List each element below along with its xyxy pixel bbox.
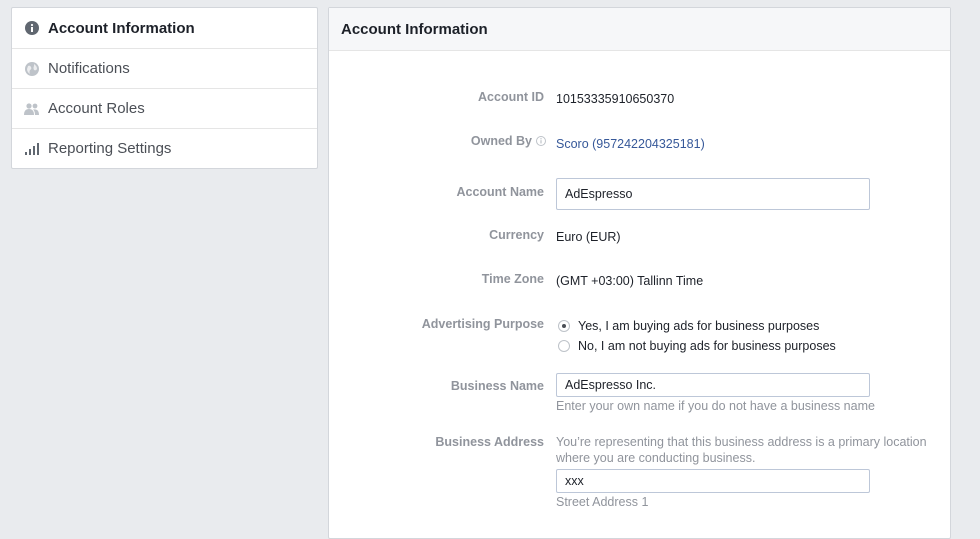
account-information-panel: Account Information Account ID 101533359… [328,7,951,539]
business-address-description-line1: You’re representing that this business a… [556,435,927,449]
owned-by-link[interactable]: Scoro (957242204325181) [556,137,705,151]
advertising-purpose-option-no[interactable]: No, I am not buying ads for business pur… [558,339,836,353]
sidebar-item-notifications[interactable]: Notifications [12,48,317,88]
business-address-label: Business Address [435,435,544,449]
account-name-input[interactable] [556,178,870,210]
business-name-hint: Enter your own name if you do not have a… [556,399,875,413]
bar-chart-icon [24,141,40,157]
sidebar-item-reporting-settings[interactable]: Reporting Settings [12,128,317,168]
advertising-purpose-label: Advertising Purpose [421,317,544,331]
sidebar-item-label: Reporting Settings [48,140,172,157]
sidebar-item-label: Account Roles [48,100,145,117]
business-name-input[interactable] [556,373,870,397]
radio-button-unchecked[interactable] [558,340,570,352]
sidebar-item-label: Notifications [48,60,130,77]
settings-sidebar: Account Information Notifications Accoun… [11,7,318,169]
panel-title: Account Information [329,8,950,51]
radio-button-checked[interactable] [558,320,570,332]
street-address-input[interactable] [556,469,870,493]
account-id-value: 10153335910650370 [556,92,675,106]
radio-label: No, I am not buying ads for business pur… [578,339,836,353]
radio-label: Yes, I am buying ads for business purpos… [578,319,820,333]
people-icon [24,101,40,117]
owned-by-label: Owned By [471,134,546,149]
currency-label: Currency [489,228,544,242]
currency-value: Euro (EUR) [556,230,621,244]
advertising-purpose-option-yes[interactable]: Yes, I am buying ads for business purpos… [558,319,819,333]
info-icon [24,20,40,36]
street-address-hint: Street Address 1 [556,495,649,509]
business-address-description-line2: where you are conducting business. [556,451,756,465]
account-name-label: Account Name [456,185,544,199]
sidebar-item-label: Account Information [48,19,195,37]
time-zone-label: Time Zone [481,272,544,286]
sidebar-item-account-information[interactable]: Account Information [12,8,317,48]
account-id-label: Account ID [478,90,544,104]
globe-icon [24,61,40,77]
sidebar-item-account-roles[interactable]: Account Roles [12,88,317,128]
business-name-label: Business Name [450,379,544,393]
info-icon[interactable] [536,135,546,149]
owned-by-label-text: Owned By [470,134,532,148]
time-zone-value: (GMT +03:00) Tallinn Time [556,274,704,288]
